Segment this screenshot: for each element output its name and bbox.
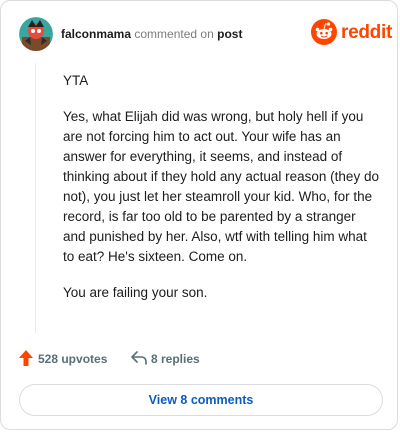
thread-line (35, 63, 36, 333)
reddit-brand[interactable]: reddit (311, 19, 392, 47)
comment-actions: 528 upvotes 8 replies (19, 349, 379, 371)
view-comments-button[interactable]: View 8 comments (19, 384, 383, 416)
user-avatar[interactable] (19, 17, 53, 51)
upvote-count: 528 upvotes (38, 352, 108, 366)
comment-paragraph: Yes, what Elijah did was wrong, but holy… (63, 109, 379, 264)
comment-card: falconmama commented on post reddit YTA … (0, 0, 398, 430)
comment-paragraph: You are failing your son. (63, 285, 208, 300)
reddit-snoo-icon (311, 19, 337, 45)
comment-header: falconmama commented on post reddit (19, 17, 392, 51)
post-link[interactable]: post (217, 27, 242, 41)
reply-count: 8 replies (151, 352, 200, 366)
action-text: commented on (134, 27, 214, 41)
comment-paragraph: YTA (63, 73, 89, 88)
reddit-wordmark: reddit (341, 22, 392, 43)
reply-arrow-icon (131, 351, 147, 365)
comment-body: YTA Yes, what Elijah did was wrong, but … (63, 71, 381, 319)
byline: falconmama commented on post (61, 27, 242, 41)
upvote-arrow-icon (19, 350, 33, 366)
username-link[interactable]: falconmama (61, 27, 131, 41)
